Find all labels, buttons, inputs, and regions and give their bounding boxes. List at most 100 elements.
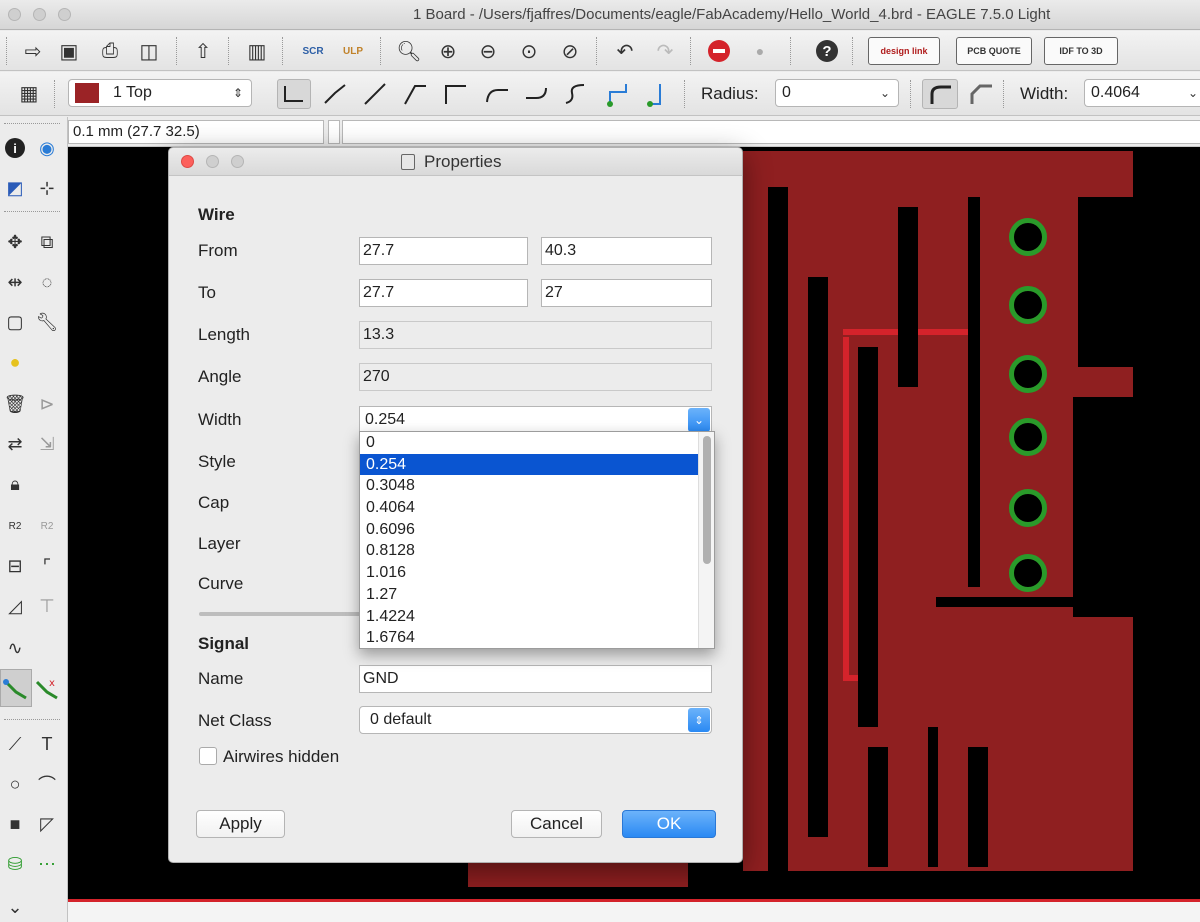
wire-bend-4-button[interactable] [440,80,470,110]
miter-icon[interactable]: ⌜ [32,551,62,581]
cam-icon[interactable]: ◫ [134,36,164,66]
mark-icon[interactable]: ⊹ [32,173,62,203]
show-icon[interactable]: ◉ [32,133,62,163]
via-icon[interactable]: ⛁ [0,849,30,879]
redo-icon[interactable]: ↷ [650,36,680,66]
scrollbar-thumb[interactable] [703,436,711,564]
layer-settings-icon[interactable]: ▥ [242,36,272,66]
from-y-field[interactable]: 40.3 [541,237,712,265]
wire-bend-8-button[interactable] [602,80,632,110]
print-icon[interactable]: ⎙ [95,36,125,66]
width-option[interactable]: 1.6764 [360,627,698,648]
zoom-fit-icon[interactable]: 🔍︎ [394,36,424,66]
miter-round-button[interactable] [922,79,958,109]
wire-bend-7-button[interactable] [562,80,592,110]
zoom-in-icon[interactable]: ⊕ [433,36,463,66]
move-icon[interactable]: ✥ [0,227,30,257]
designlink-button[interactable]: design link [868,37,940,65]
smash-icon[interactable]: ⊟ [0,551,30,581]
zoom-select-icon[interactable]: ⊘ [555,36,585,66]
width-option[interactable]: 0.254 [360,453,698,476]
polygon-icon[interactable]: ◸ [32,809,62,839]
undo-icon[interactable]: ↶ [610,36,640,66]
signal-name-field[interactable]: GND [359,665,712,693]
radius-input[interactable]: 0 ⌄ [775,79,899,107]
info-icon[interactable]: i [0,133,30,163]
paste-icon[interactable]: ● [0,347,30,377]
zoom-out-icon[interactable]: ⊖ [473,36,503,66]
wire-bend-6-button[interactable] [522,80,552,110]
script-icon[interactable]: SCR [298,36,328,66]
width-option[interactable]: 0.4064 [360,497,698,519]
to-y-field[interactable]: 27 [541,279,712,307]
rectangle-icon[interactable]: ■ [0,809,30,839]
wire-icon[interactable]: ⟋ [0,729,30,759]
signal-icon[interactable]: ⋯ [32,849,62,879]
help-icon[interactable]: ? [812,36,842,66]
idf-to-3d-button[interactable]: IDF TO 3D [1044,37,1118,65]
ripup-icon[interactable]: x [32,673,62,703]
copy-icon[interactable]: ⧉ [32,227,62,257]
width-option[interactable]: 0.8128 [360,540,698,562]
minimize-window-button[interactable] [33,8,46,21]
lock-parts-icon[interactable]: ⇲ [32,429,62,459]
ok-button[interactable]: OK [622,810,716,838]
dialog-zoom-button[interactable] [231,155,244,168]
delete-icon[interactable]: 🗑︎ [0,389,30,419]
ulp-icon[interactable]: ULP [338,36,368,66]
wire-bend-3-button[interactable] [400,80,430,110]
width-option[interactable]: 1.4224 [360,606,698,628]
wire-bend-9-button[interactable] [644,80,674,110]
curve-slider[interactable] [199,612,369,616]
width-combobox[interactable]: 0.254 ⌄ [359,406,712,434]
dialog-close-button[interactable] [181,155,194,168]
width-dropdown-list[interactable]: 0 0.254 0.3048 0.4064 0.6096 0.8128 1.016 1.27 1… [359,431,715,649]
rotate-icon[interactable]: ◌ [32,267,62,297]
close-window-button[interactable] [8,8,21,21]
route-button[interactable] [0,669,32,707]
display-icon[interactable]: ◩ [0,173,30,203]
width-option[interactable]: 0.6096 [360,519,698,541]
meander-icon[interactable]: ∿ [0,633,30,663]
miter-straight-button[interactable] [966,80,996,110]
width-input[interactable]: 0.4064 ⌄ [1084,79,1200,107]
circle-icon[interactable]: ○ [0,769,30,799]
stop-icon[interactable] [704,36,734,66]
pcb-quote-button[interactable]: PCB QUOTE [956,37,1032,65]
split-icon[interactable]: ◿ [0,591,30,621]
go-icon[interactable]: ● [745,36,775,66]
command-splitter[interactable] [328,120,340,144]
value-icon[interactable]: R2 [32,511,62,541]
lock-icon[interactable]: 🔒︎ [0,469,30,499]
save-icon[interactable]: ▣ [54,36,84,66]
dropdown-scrollbar[interactable] [698,432,714,648]
width-option[interactable]: 1.27 [360,584,698,606]
replace-icon[interactable]: ⇄ [0,429,30,459]
text-icon[interactable]: T [32,729,62,759]
dialog-minimize-button[interactable] [206,155,219,168]
name-icon[interactable]: R2 [0,511,30,541]
more-tools-chevron-icon[interactable]: ⌄ [0,892,30,922]
command-line-input[interactable] [342,120,1200,144]
add-icon[interactable]: ⊳ [32,389,62,419]
open-icon[interactable]: ⇨ [18,36,48,66]
wire-bend-2-button[interactable] [360,80,390,110]
width-option[interactable]: 1.016 [360,562,698,584]
from-x-field[interactable]: 27.7 [359,237,528,265]
wire-bend-0-button[interactable] [277,79,311,109]
apply-button[interactable]: Apply [196,810,285,838]
zoom-window-button[interactable] [58,8,71,21]
arc-icon[interactable]: ⌒ [32,769,62,799]
group-icon[interactable]: ▢ [0,307,30,337]
cancel-button[interactable]: Cancel [511,810,602,838]
width-option[interactable]: 0 [360,432,698,454]
to-x-field[interactable]: 27.7 [359,279,528,307]
mirror-icon[interactable]: ⇹ [0,267,30,297]
wire-bend-5-button[interactable] [482,80,512,110]
zoom-redraw-icon[interactable]: ⊙ [514,36,544,66]
wire-bend-1-button[interactable] [320,80,350,110]
chevron-updown-icon[interactable]: ⇕ [688,708,710,732]
chevron-down-icon[interactable]: ⌄ [688,408,710,432]
optimize-icon[interactable]: ⊤ [32,591,62,621]
airwires-hidden-checkbox[interactable] [199,747,217,765]
